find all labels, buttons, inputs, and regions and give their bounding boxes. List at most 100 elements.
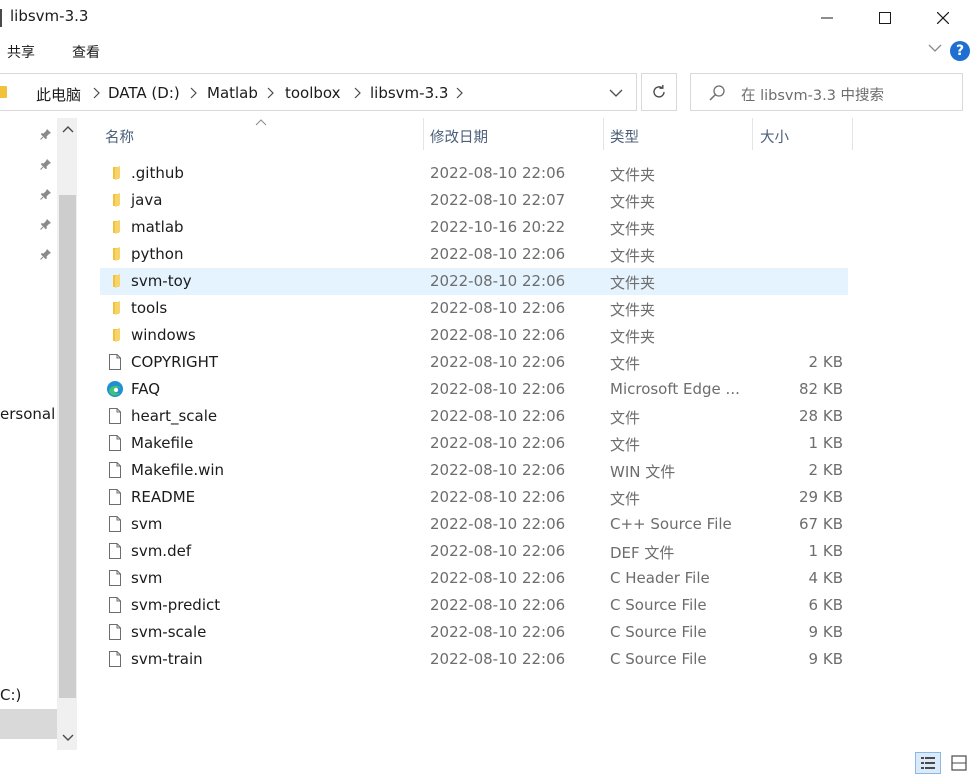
file-size: 82 KB xyxy=(799,380,843,398)
chevron-right-icon[interactable] xyxy=(454,87,464,99)
breadcrumb-matlab[interactable]: Matlab xyxy=(207,84,258,102)
file-row[interactable]: .github 2022-08-10 22:06 文件夹 xyxy=(100,160,848,187)
file-icon xyxy=(109,489,121,505)
address-dropdown-icon[interactable] xyxy=(609,87,623,99)
chevron-right-icon[interactable] xyxy=(265,87,275,99)
file-name: windows xyxy=(131,326,196,344)
sort-ascending-icon xyxy=(255,119,267,126)
pin-icon[interactable] xyxy=(40,128,52,140)
chevron-right-icon[interactable] xyxy=(91,87,101,99)
file-row[interactable]: matlab 2022-10-16 20:22 文件夹 xyxy=(100,214,848,241)
pin-icon[interactable] xyxy=(40,188,52,200)
file-row[interactable]: svm 2022-08-10 22:06 C Header File 4 KB xyxy=(100,565,848,592)
column-date[interactable]: 修改日期 xyxy=(430,126,488,147)
file-row[interactable]: README 2022-08-10 22:06 文件 29 KB xyxy=(100,484,848,511)
file-row[interactable]: svm-train 2022-08-10 22:06 C Source File 9 … xyxy=(100,646,848,673)
column-divider[interactable] xyxy=(423,118,424,150)
file-icon xyxy=(109,597,121,613)
file-date: 2022-08-10 22:06 xyxy=(430,623,566,641)
file-size: 28 KB xyxy=(799,407,843,425)
nav-item-personal[interactable]: ersonal xyxy=(0,405,55,423)
file-row[interactable]: svm-toy 2022-08-10 22:06 文件夹 xyxy=(100,268,848,295)
edge-icon xyxy=(107,381,123,397)
file-row[interactable]: svm 2022-08-10 22:06 C++ Source File 67 KB xyxy=(100,511,848,538)
file-row[interactable]: tools 2022-08-10 22:06 文件夹 xyxy=(100,295,848,322)
pin-icon[interactable] xyxy=(40,158,52,170)
folder-icon xyxy=(113,274,120,288)
pin-icon[interactable] xyxy=(40,218,52,230)
breadcrumb-data-drive[interactable]: DATA (D:) xyxy=(108,84,180,102)
chevron-right-icon[interactable] xyxy=(352,87,362,99)
close-icon xyxy=(937,12,949,24)
file-name: svm-toy xyxy=(131,272,192,290)
breadcrumb-libsvm[interactable]: libsvm-3.3 xyxy=(370,84,448,102)
file-name: README xyxy=(131,488,196,506)
file-icon xyxy=(109,516,121,532)
column-name[interactable]: 名称 xyxy=(105,126,134,147)
file-name: COPYRIGHT xyxy=(131,353,219,371)
pin-icon[interactable] xyxy=(40,248,52,260)
folder-icon xyxy=(113,193,120,207)
close-button[interactable] xyxy=(914,0,972,36)
scroll-up-icon[interactable] xyxy=(61,124,75,134)
file-date: 2022-08-10 22:06 xyxy=(430,407,566,425)
file-row[interactable]: svm.def 2022-08-10 22:06 DEF 文件 1 KB xyxy=(100,538,848,565)
nav-scrollbar-thumb[interactable] xyxy=(59,195,76,698)
tab-share[interactable]: 共享 xyxy=(7,42,35,62)
search-box[interactable]: 在 libsvm-3.3 中搜索 xyxy=(690,73,963,111)
file-row[interactable]: Makefile 2022-08-10 22:06 文件 1 KB xyxy=(100,430,848,457)
nav-item-c-drive[interactable]: C:) xyxy=(0,686,21,704)
details-view-button[interactable] xyxy=(915,752,941,774)
file-type: WIN 文件 xyxy=(610,463,676,481)
file-name: heart_scale xyxy=(131,407,218,425)
breadcrumb-this-pc[interactable]: 此电脑 xyxy=(36,84,81,105)
file-row[interactable]: svm-predict 2022-08-10 22:06 C Source File… xyxy=(100,592,848,619)
file-type: 文件夹 xyxy=(610,301,656,319)
search-input[interactable]: 在 libsvm-3.3 中搜索 xyxy=(741,84,884,105)
large-icons-view-icon xyxy=(951,755,967,771)
folder-icon xyxy=(0,86,7,98)
column-divider[interactable] xyxy=(852,118,853,150)
file-name: java xyxy=(131,191,163,209)
file-size: 67 KB xyxy=(799,515,843,533)
file-row[interactable]: Makefile.win 2022-08-10 22:06 WIN 文件 2 KB xyxy=(100,457,848,484)
file-icon xyxy=(109,570,121,586)
column-divider[interactable] xyxy=(752,118,753,150)
file-row[interactable]: python 2022-08-10 22:06 文件夹 xyxy=(100,241,848,268)
tab-view[interactable]: 查看 xyxy=(72,42,100,62)
file-size: 1 KB xyxy=(808,434,843,452)
folder-icon xyxy=(113,328,120,342)
file-date: 2022-08-10 22:06 xyxy=(430,245,566,263)
file-type: 文件夹 xyxy=(610,193,656,211)
help-icon[interactable]: ? xyxy=(950,41,970,61)
file-row[interactable]: svm-scale 2022-08-10 22:06 C Source File 9 … xyxy=(100,619,848,646)
file-icon xyxy=(109,624,121,640)
maximize-button[interactable] xyxy=(856,0,914,36)
file-type: C Header File xyxy=(610,569,710,587)
minimize-button[interactable] xyxy=(798,0,856,36)
file-name: .github xyxy=(131,164,184,182)
column-header: 名称 修改日期 类型 大小 xyxy=(95,118,855,154)
address-bar[interactable]: 此电脑 DATA (D:) Matlab toolbox libsvm-3.3 xyxy=(0,73,637,111)
file-type: 文件 xyxy=(610,490,641,508)
large-icons-view-button[interactable] xyxy=(946,752,972,774)
scroll-down-icon[interactable] xyxy=(61,733,75,743)
file-row[interactable]: COPYRIGHT 2022-08-10 22:06 文件 2 KB xyxy=(100,349,848,376)
refresh-button[interactable] xyxy=(641,73,677,111)
file-row[interactable]: heart_scale 2022-08-10 22:06 文件 28 KB xyxy=(100,403,848,430)
file-date: 2022-08-10 22:06 xyxy=(430,596,566,614)
title-bar: libsvm-3.3 xyxy=(0,0,978,36)
file-icon xyxy=(109,435,121,451)
column-size[interactable]: 大小 xyxy=(760,126,789,147)
file-row[interactable]: FAQ 2022-08-10 22:06 Microsoft Edge ... 82 … xyxy=(100,376,848,403)
file-row[interactable]: windows 2022-08-10 22:06 文件夹 xyxy=(100,322,848,349)
file-row[interactable]: java 2022-08-10 22:07 文件夹 xyxy=(100,187,848,214)
ribbon-expand-chevron-icon[interactable] xyxy=(928,41,942,55)
file-icon xyxy=(109,651,121,667)
column-divider[interactable] xyxy=(603,118,604,150)
chevron-right-icon[interactable] xyxy=(188,87,198,99)
column-type[interactable]: 类型 xyxy=(610,126,639,147)
breadcrumb-toolbox[interactable]: toolbox xyxy=(285,84,341,102)
nav-item-selected[interactable] xyxy=(0,709,57,739)
file-type: 文件 xyxy=(610,409,641,427)
